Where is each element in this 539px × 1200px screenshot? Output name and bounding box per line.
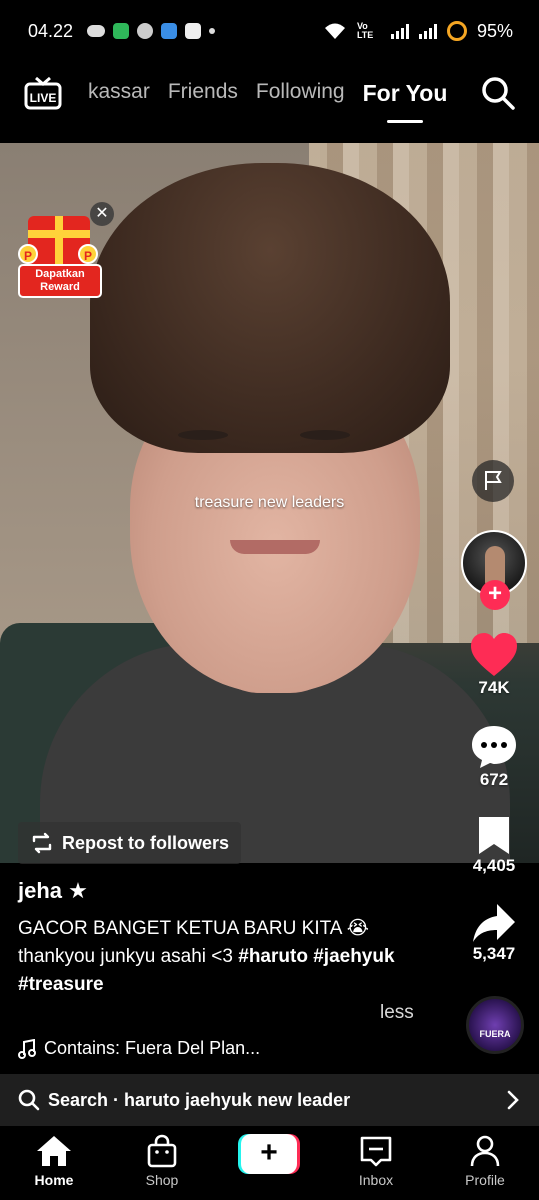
nav-profile[interactable]: Profile bbox=[445, 1134, 525, 1188]
search-icon[interactable] bbox=[481, 76, 515, 110]
wifi-icon bbox=[324, 23, 345, 39]
sound-label: Contains: Fuera Del Plan... bbox=[44, 1038, 261, 1058]
report-button[interactable] bbox=[472, 460, 514, 502]
save-button[interactable]: 4,405 bbox=[466, 814, 522, 876]
active-tab-indicator bbox=[387, 120, 423, 123]
signal-1-icon bbox=[390, 23, 409, 39]
tab-location[interactable]: kassar bbox=[88, 80, 150, 107]
app-update-icon bbox=[113, 23, 130, 39]
shopping-bag-icon bbox=[147, 1134, 177, 1168]
weather-app-icon bbox=[161, 23, 178, 39]
hashtag[interactable]: #treasure bbox=[18, 974, 104, 995]
tab-friends[interactable]: Friends bbox=[168, 80, 238, 107]
share-count: 5,347 bbox=[472, 944, 516, 963]
reward-widget[interactable]: P P Dapatkan Reward bbox=[14, 210, 104, 302]
status-bar: 04.22 Vo LTE 95% bbox=[0, 0, 539, 62]
follow-button[interactable]: + bbox=[480, 580, 510, 610]
close-reward-icon[interactable]: ✕ bbox=[90, 202, 114, 226]
video-text-overlay: treasure new leaders bbox=[194, 494, 345, 511]
status-app-icons bbox=[87, 23, 216, 39]
save-count: 4,405 bbox=[472, 856, 516, 875]
less-toggle[interactable]: less bbox=[380, 1002, 414, 1024]
inbox-icon bbox=[360, 1136, 392, 1167]
repost-icon bbox=[32, 832, 52, 854]
comment-icon bbox=[472, 726, 516, 768]
creator-username[interactable]: jeha ★ bbox=[18, 878, 88, 904]
dot-icon bbox=[209, 28, 216, 34]
clock-app-icon bbox=[185, 23, 202, 39]
music-disc-text: FUERA bbox=[479, 1029, 511, 1039]
share-arrow-icon bbox=[473, 904, 515, 942]
tab-following[interactable]: Following bbox=[256, 80, 345, 107]
comment-count: 672 bbox=[479, 770, 509, 789]
game-icon bbox=[87, 25, 106, 37]
repost-label: Repost to followers bbox=[62, 832, 230, 853]
nav-home[interactable]: Home bbox=[14, 1134, 94, 1188]
volte-label: Vo LTE bbox=[356, 21, 374, 40]
live-icon[interactable]: LIVE bbox=[24, 76, 62, 110]
hashtag[interactable]: #jaehyuk bbox=[313, 946, 394, 967]
profile-icon bbox=[470, 1135, 500, 1167]
person-mouth bbox=[230, 540, 320, 554]
coin-icon: P bbox=[18, 244, 38, 264]
feed-tabs: kassar Friends Following For You bbox=[88, 80, 447, 107]
music-disc[interactable]: FUERA bbox=[466, 996, 524, 1054]
comment-button[interactable]: 672 bbox=[466, 724, 522, 790]
post-caption: GACOR BANGET KETUA BARU KITA 😭 thankyou … bbox=[18, 915, 448, 999]
nav-inbox[interactable]: Inbox bbox=[336, 1134, 416, 1188]
sound-link[interactable]: Contains: Fuera Del Plan... bbox=[18, 1038, 260, 1059]
battery-percent: 95% bbox=[476, 20, 513, 41]
status-indicators: Vo LTE 95% bbox=[323, 21, 513, 42]
nav-home-label: Home bbox=[34, 1172, 74, 1188]
search-suggestion-text: Search · haruto jaehyuk new leader bbox=[48, 1089, 351, 1110]
bookmark-icon bbox=[479, 817, 509, 854]
search-icon bbox=[18, 1089, 40, 1111]
bottom-nav: Home Shop + Inbox Profile bbox=[0, 1126, 539, 1200]
live-label: LIVE bbox=[30, 91, 57, 105]
share-button[interactable]: 5,347 bbox=[466, 902, 522, 964]
nav-profile-label: Profile bbox=[465, 1172, 505, 1188]
reward-label: Dapatkan Reward bbox=[18, 264, 102, 298]
like-count: 74K bbox=[478, 678, 510, 697]
person-eye-right bbox=[300, 430, 350, 440]
chevron-right-icon bbox=[507, 1090, 519, 1110]
like-button[interactable]: 74K bbox=[466, 632, 522, 698]
repost-button[interactable]: Repost to followers bbox=[18, 822, 242, 864]
nav-shop-label: Shop bbox=[145, 1172, 179, 1188]
hashtag[interactable]: #haruto bbox=[238, 946, 308, 967]
coin-icon: P bbox=[78, 244, 98, 264]
person-hair bbox=[90, 163, 450, 453]
music-note-icon bbox=[18, 1038, 36, 1059]
heart-icon bbox=[471, 633, 517, 676]
top-nav: LIVE kassar Friends Following For You bbox=[0, 62, 539, 132]
nav-inbox-label: Inbox bbox=[358, 1172, 394, 1188]
nav-shop[interactable]: Shop bbox=[122, 1134, 202, 1188]
signal-2-icon bbox=[418, 23, 437, 39]
status-time: 04.22 bbox=[28, 20, 74, 41]
plus-icon: + bbox=[241, 1134, 297, 1174]
home-icon bbox=[37, 1136, 71, 1166]
create-button[interactable]: + bbox=[238, 1134, 300, 1174]
search-suggestion-bar[interactable]: Search · haruto jaehyuk new leader bbox=[0, 1074, 539, 1126]
flag-icon bbox=[485, 471, 502, 490]
battery-icon bbox=[446, 21, 467, 41]
person-eye-left bbox=[178, 430, 228, 440]
weather-cloud-icon bbox=[137, 23, 154, 39]
tab-for-you[interactable]: For You bbox=[363, 80, 448, 107]
